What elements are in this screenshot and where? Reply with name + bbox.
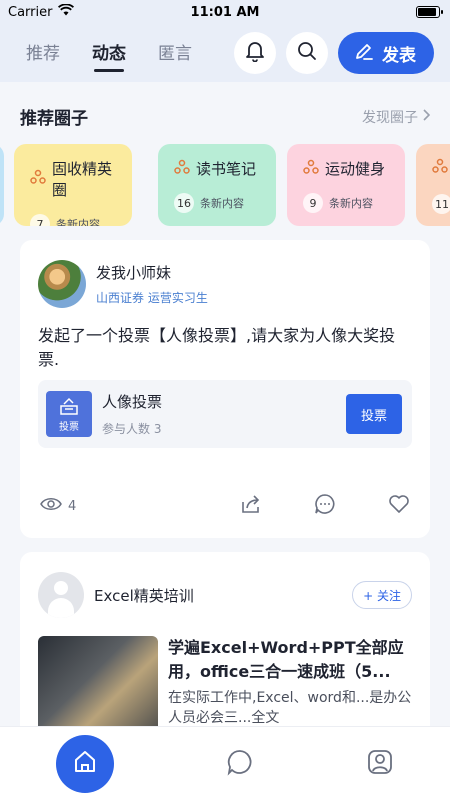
avatar[interactable] [38,572,84,618]
avatar[interactable] [38,260,86,308]
publish-button[interactable]: 发表 [338,32,434,74]
circle-card[interactable]: 固收精英圈 7 条新内容 [14,144,132,226]
circle-count: 7 [30,214,50,226]
post-card[interactable]: 发我小师妹 山西证券 运营实习生 发起了一个投票【人像投票】,请大家为人像大奖投… [20,240,430,538]
heart-icon[interactable] [388,494,410,518]
chevron-right-icon [422,108,431,125]
circle-name: 运动健身 [325,160,386,178]
bell-icon [245,40,265,66]
circles-section-header: 推荐圈子 发现圈子 [20,104,431,129]
home-icon [72,749,98,779]
comment-icon[interactable] [314,493,336,519]
circle-card[interactable]: 11 [416,144,450,226]
course-title: 学遍Excel+Word+PPT全部应用，office三合一速成班（5... [168,638,404,681]
circles-carousel[interactable]: 固收精英圈 7 条新内容 读书笔记 16 条新内容 运动健身 9 条新内容 11 [0,144,450,226]
search-icon [297,41,317,65]
discover-circles-link[interactable]: 发现圈子 [362,107,431,127]
author-name[interactable]: 发我小师妹 [96,262,208,283]
search-button[interactable] [286,32,328,74]
post-text: 发起了一个投票【人像投票】,请大家为人像大奖投票. [38,326,396,369]
nav-message-button[interactable] [226,748,254,780]
profile-icon [366,749,394,780]
circle-name: 固收精英圈 [52,160,113,199]
tab-recommend[interactable]: 推荐 [26,39,60,68]
tab-activity[interactable]: 动态 [92,39,126,72]
vote-participants: 参与人数 3 [102,422,162,436]
post-card[interactable]: Excel精英培训 + 关注 学遍Excel+Word+PPT全部应用，offi… [20,552,430,752]
ballot-icon: 投票 [46,391,92,437]
bottom-nav [0,726,450,800]
circle-group-icon [30,169,46,189]
author-name[interactable]: Excel精英培训 [94,585,194,606]
circle-group-icon [303,159,319,179]
circle-count: 11 [432,194,450,214]
view-count: 4 [68,498,77,514]
discover-circles-label: 发现圈子 [362,109,418,126]
vote-card[interactable]: 投票 人像投票 参与人数 3 投票 [38,380,412,448]
vote-button[interactable]: 投票 [346,394,402,434]
status-bar: Carrier 11:01 AM [0,0,450,24]
circle-card-partial-left[interactable] [0,144,4,226]
chat-bubble-icon [226,749,254,780]
notification-button[interactable] [234,32,276,74]
circles-title: 推荐圈子 [20,109,88,129]
circle-card[interactable]: 读书笔记 16 条新内容 [158,144,276,226]
circle-meta: 条新内容 [56,218,100,226]
follow-button[interactable]: + 关注 [352,581,412,609]
circle-meta: 条新内容 [329,197,373,210]
battery-icon [416,6,443,18]
course-description: 在实际工作中,Excel、word和...是办公人员必会三...全文 [168,690,412,726]
status-time: 11:01 AM [190,4,260,20]
share-icon[interactable] [240,493,262,519]
publish-label: 发表 [382,45,416,66]
nav-profile-button[interactable] [366,748,394,780]
tab-anonymous[interactable]: 匿言 [158,39,192,68]
circle-group-icon [432,158,448,178]
wifi-icon [58,3,75,20]
feed-tabs: 推荐 动态 匿言 [26,39,192,72]
ballot-icon-label: 投票 [59,421,79,433]
circle-meta: 条新内容 [200,197,244,210]
circle-group-icon [174,159,190,179]
top-header: 推荐 动态 匿言 发表 [0,24,450,82]
circle-name: 读书笔记 [196,160,257,178]
circle-count: 16 [174,193,194,213]
circle-count: 9 [303,193,323,213]
nav-home-button[interactable] [56,734,114,793]
circle-card[interactable]: 运动健身 9 条新内容 [287,144,405,226]
carrier-label: Carrier [8,4,53,20]
pen-icon [354,41,374,66]
post-actions: 4 [40,494,410,518]
eye-icon [40,496,62,516]
author-subtitle: 山西证券 运营实习生 [96,291,208,305]
vote-title: 人像投票 [102,393,163,411]
